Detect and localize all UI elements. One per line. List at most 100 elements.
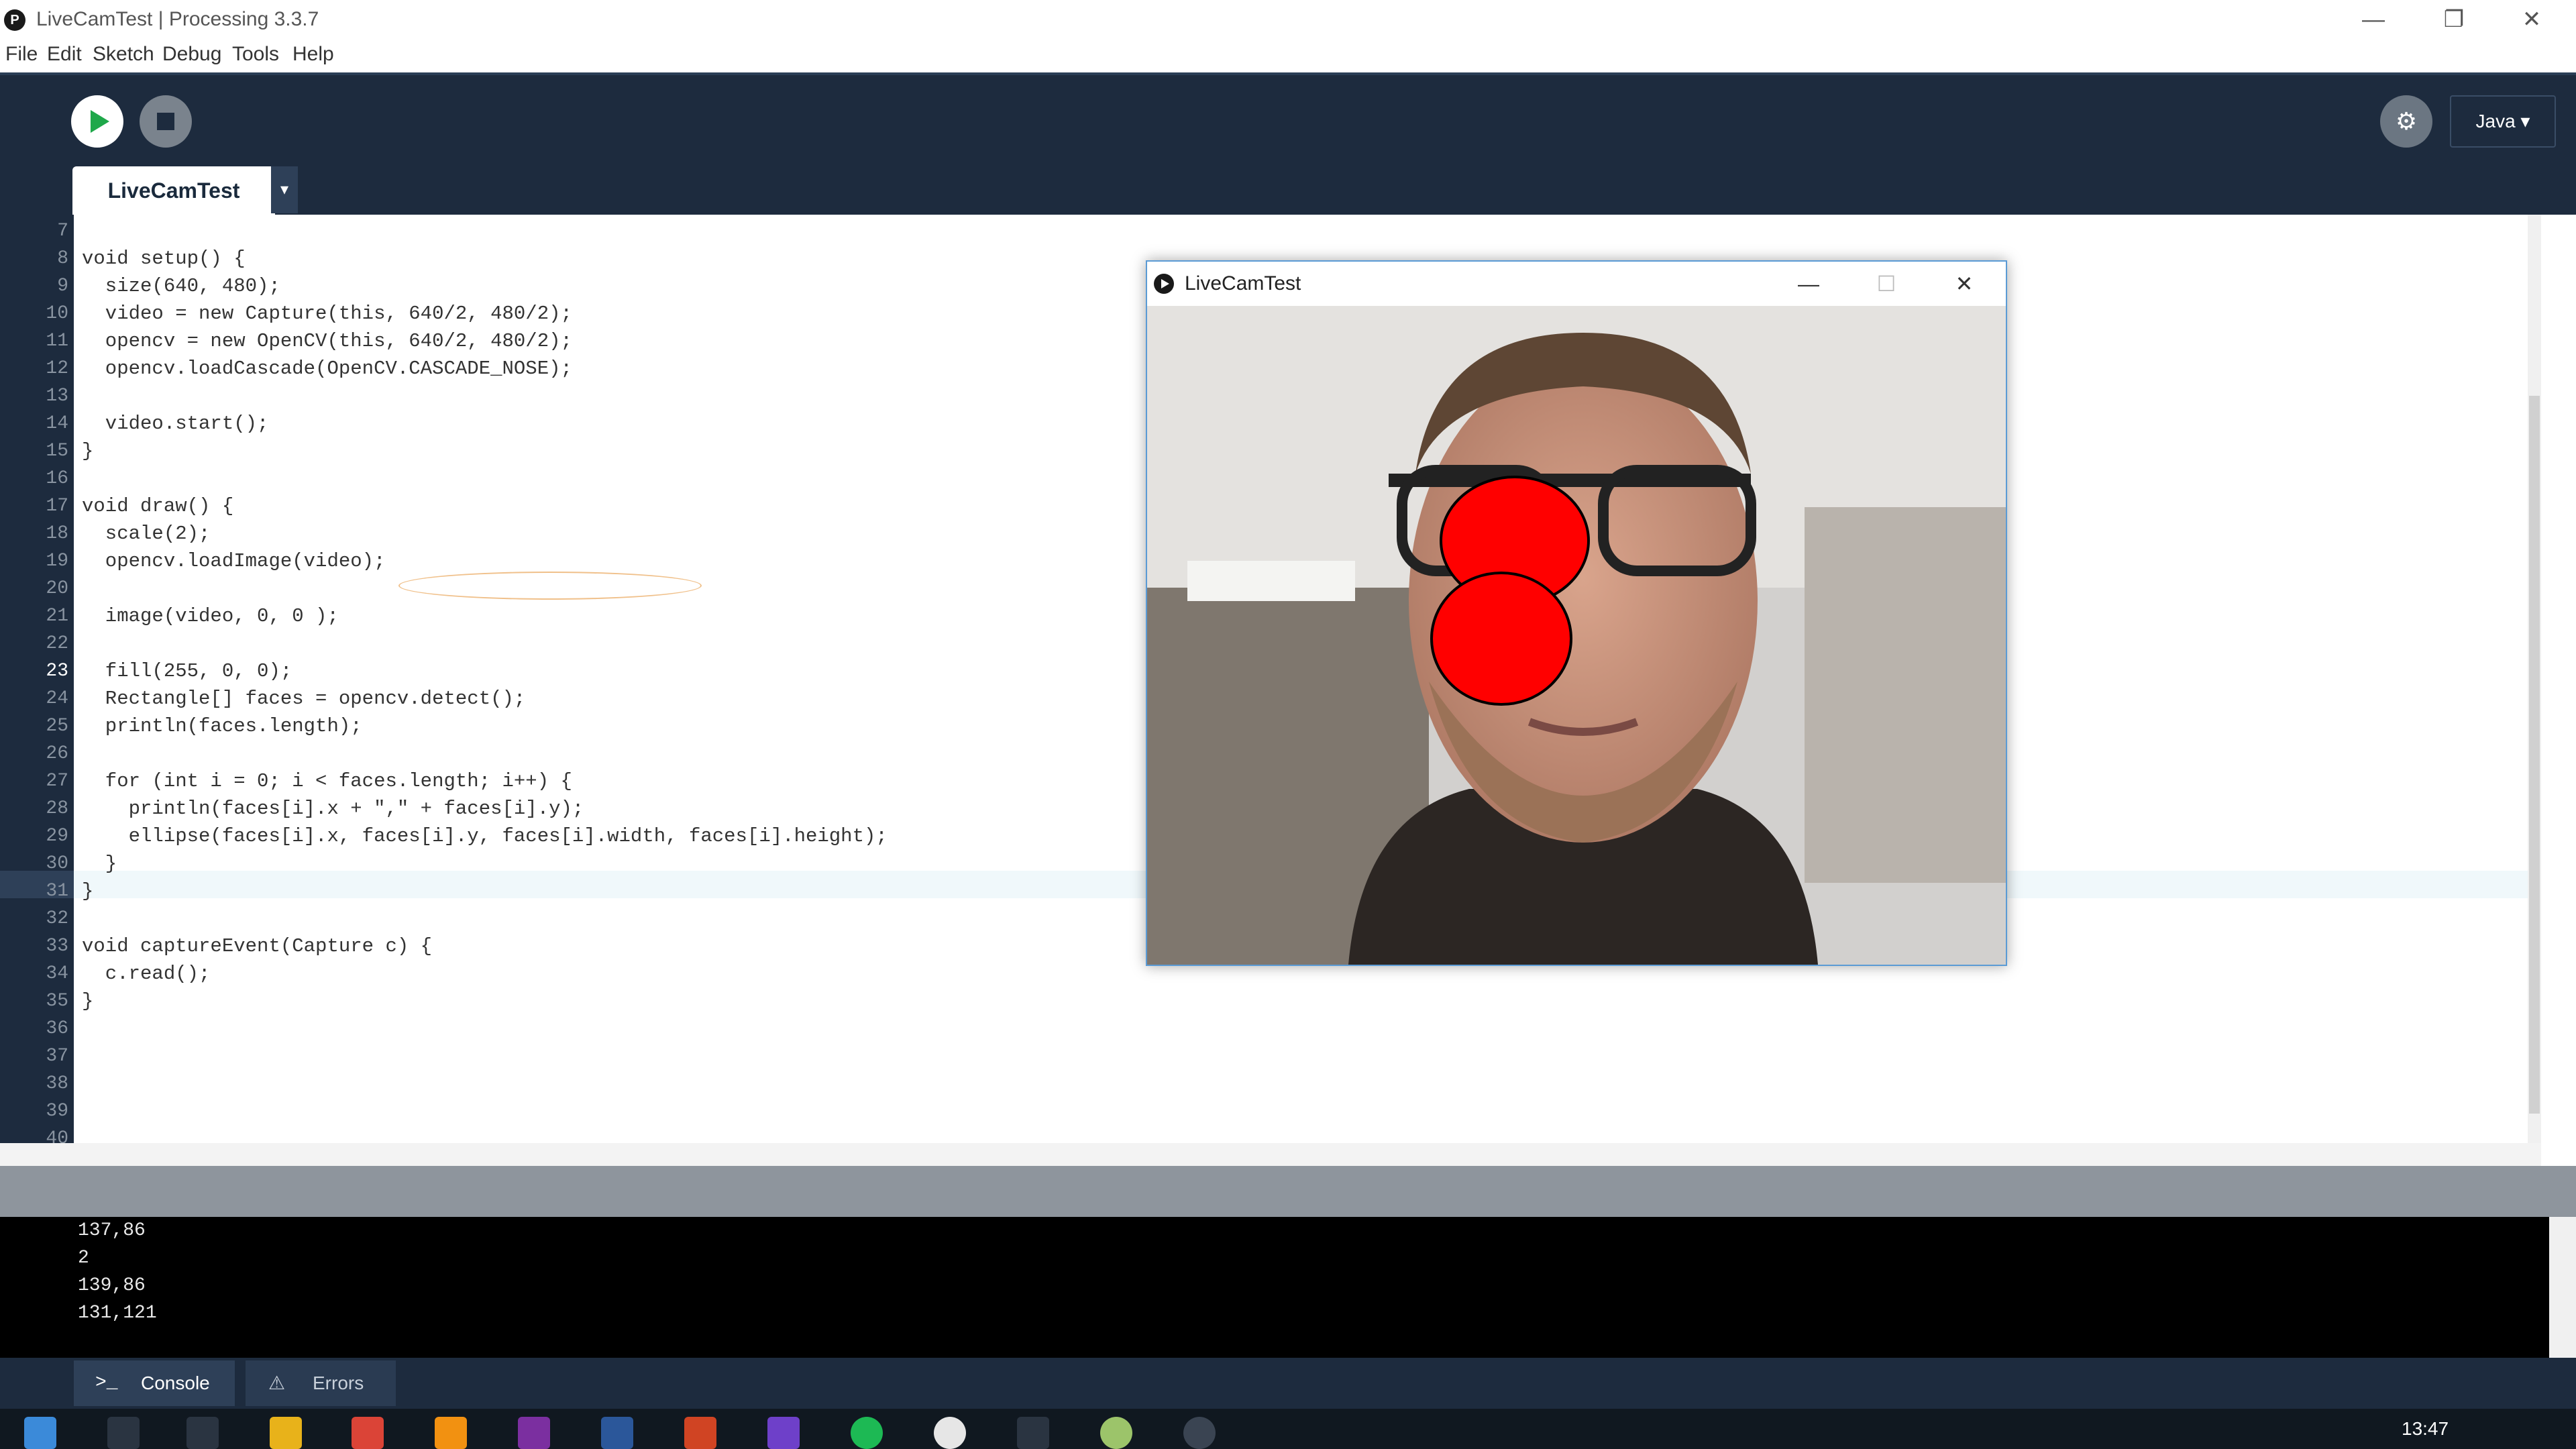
github-icon[interactable] (767, 1417, 800, 1449)
console-line: 2 (78, 1248, 89, 1269)
line-number-gutter: 7 8 9 10 11 12 13 14 15 16 17 18 19 20 2… (0, 215, 74, 1149)
tab-livecamtest[interactable]: LiveCamTest (72, 166, 275, 215)
close-button[interactable]: ✕ (2493, 0, 2571, 39)
i3-icon[interactable] (1017, 1417, 1049, 1449)
sublime-icon[interactable] (435, 1417, 467, 1449)
onenote-icon[interactable] (518, 1417, 550, 1449)
tab-menu-arrow[interactable]: ▾ (271, 166, 298, 213)
line-number: 12 (46, 358, 68, 379)
sketch-window[interactable]: LiveCamTest — ☐ ✕ (1146, 260, 2007, 966)
paint-icon[interactable] (1100, 1417, 1132, 1449)
sketch-maximize-button[interactable]: ☐ (1847, 262, 1925, 306)
powerpoint-icon[interactable] (684, 1417, 716, 1449)
window-title: LiveCamTest | Processing 3.3.7 (36, 8, 319, 30)
code-line[interactable]: opencv.loadImage(video); (82, 547, 386, 575)
editor-console-divider[interactable] (0, 1166, 2576, 1217)
code-line[interactable]: opencv.loadCascade(OpenCV.CASCADE_NOSE); (82, 355, 572, 382)
code-line[interactable]: for (int i = 0; i < faces.length; i++) { (82, 767, 572, 795)
code-line[interactable]: size(640, 480); (82, 272, 280, 300)
code-line[interactable]: } (82, 437, 93, 465)
code-line[interactable]: println(faces.length); (82, 712, 362, 740)
line-number: 30 (46, 853, 68, 874)
code-line[interactable]: void setup() { (82, 245, 246, 272)
menu-edit[interactable]: Edit (47, 43, 82, 66)
code-line[interactable]: opencv = new OpenCV(this, 640/2, 480/2); (82, 327, 572, 355)
code-line[interactable]: video = new Capture(this, 640/2, 480/2); (82, 300, 572, 327)
warning-icon: ⚠ (268, 1373, 286, 1393)
chrome-icon[interactable] (352, 1417, 384, 1449)
processing-taskbar-icon[interactable] (1183, 1417, 1216, 1449)
word-icon[interactable] (601, 1417, 633, 1449)
code-line[interactable]: video.start(); (82, 410, 269, 437)
tab-errors[interactable]: ⚠ Errors (246, 1360, 396, 1406)
line-number: 38 (46, 1073, 68, 1094)
search-icon[interactable] (107, 1417, 140, 1449)
minimize-button[interactable]: — (2334, 0, 2412, 39)
code-line[interactable]: Rectangle[] faces = opencv.detect(); (82, 685, 526, 712)
sketch-titlebar[interactable]: LiveCamTest — ☐ ✕ (1147, 262, 2006, 306)
line-number: 28 (46, 798, 68, 819)
settings-icon[interactable] (934, 1417, 966, 1449)
editor-horizontal-scrollbar[interactable] (0, 1143, 2541, 1166)
spotify-icon[interactable] (851, 1417, 883, 1449)
code-line[interactable]: ellipse(faces[i].x, faces[i].y, faces[i]… (82, 822, 888, 850)
taskbar-clock[interactable]: 13:47 (2402, 1418, 2449, 1440)
code-line[interactable]: void draw() { (82, 492, 233, 520)
line-number: 19 (46, 551, 68, 572)
play-icon (91, 110, 109, 133)
code-line[interactable]: c.read(); (82, 960, 211, 987)
processing-app-icon: P (4, 9, 25, 31)
menu-debug[interactable]: Debug (162, 43, 221, 66)
file-explorer-icon[interactable] (270, 1417, 302, 1449)
code-line-current[interactable]: fill(255, 0, 0); (82, 657, 292, 685)
line-number: 25 (46, 716, 68, 737)
windows-taskbar (0, 1409, 2576, 1449)
line-number: 16 (46, 468, 68, 489)
tab-console[interactable]: >_ Console (74, 1360, 235, 1406)
code-line[interactable]: void captureEvent(Capture c) { (82, 932, 432, 960)
code-line[interactable]: } (82, 877, 93, 905)
sketch-close-button[interactable]: ✕ (1925, 262, 2003, 306)
line-number: 17 (46, 496, 68, 517)
code-line[interactable]: } (82, 850, 117, 877)
sketch-minimize-button[interactable]: — (1770, 262, 1847, 306)
task-view-icon[interactable] (186, 1417, 219, 1449)
line-number: 36 (46, 1018, 68, 1039)
console-scrollbar[interactable] (2549, 1217, 2576, 1358)
menu-tools[interactable]: Tools (232, 43, 279, 66)
line-number: 24 (46, 688, 68, 709)
window-titlebar: P LiveCamTest | Processing 3.3.7 — ❐ ✕ (0, 0, 2576, 39)
console-line: 131,121 (78, 1303, 157, 1324)
line-number: 11 (46, 331, 68, 352)
line-number: 20 (46, 578, 68, 599)
doorway (1805, 507, 2006, 883)
debugger-icon: ⚙ (2395, 107, 2418, 135)
menu-help[interactable]: Help (292, 43, 334, 66)
debugger-button[interactable]: ⚙ (2380, 95, 2432, 148)
console-output: 137,86 2 139,86 131,121 (0, 1217, 2549, 1358)
menu-bar: File Edit Sketch Debug Tools Help (0, 39, 2576, 75)
code-line[interactable]: } (82, 987, 93, 1015)
console-line: 137,86 (78, 1220, 146, 1241)
start-icon[interactable] (24, 1417, 56, 1449)
tab-errors-label: Errors (313, 1373, 364, 1393)
code-line[interactable]: scale(2); (82, 520, 211, 547)
line-number: 8 (57, 248, 68, 269)
webcam-frame (1147, 306, 2006, 965)
stop-button[interactable] (140, 95, 192, 148)
code-line[interactable]: println(faces[i].x + "," + faces[i].y); (82, 795, 584, 822)
line-number: 33 (46, 936, 68, 957)
toolbar: ⚙ Java ▾ LiveCamTest ▾ (0, 75, 2576, 215)
run-button[interactable] (71, 95, 123, 148)
ceiling-fan (1187, 561, 1355, 601)
line-number: 31 (46, 881, 68, 902)
mode-selector[interactable]: Java ▾ (2450, 95, 2556, 148)
cascade-underline-marker (398, 572, 702, 600)
menu-sketch[interactable]: Sketch (93, 43, 154, 66)
line-number: 34 (46, 963, 68, 984)
restore-button[interactable]: ❐ (2415, 0, 2493, 39)
menu-file[interactable]: File (5, 43, 38, 66)
editor-scroll-thumb[interactable] (2529, 396, 2540, 1114)
sketch-canvas[interactable] (1147, 306, 2006, 965)
code-line[interactable]: image(video, 0, 0 ); (82, 602, 339, 630)
